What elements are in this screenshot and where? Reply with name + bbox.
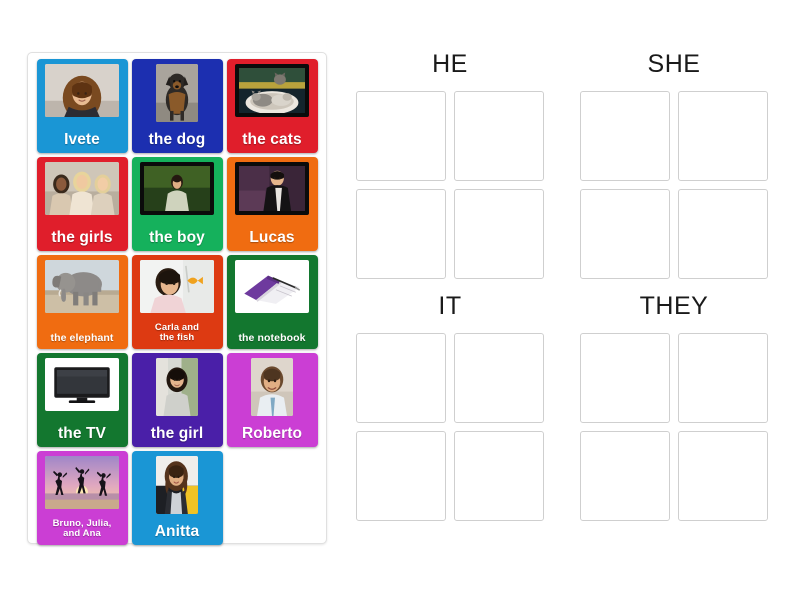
word-tile-the-cats[interactable]: the cats	[226, 59, 318, 153]
word-tile-tray: Ivete the dog the cats the girls the boy…	[27, 52, 327, 545]
drop-slot-they-1[interactable]	[580, 333, 670, 423]
drop-slot-he-1[interactable]	[356, 91, 446, 181]
category-he: HE	[352, 48, 548, 280]
girl-with-goldfish-image	[140, 260, 214, 313]
drop-slot-he-3[interactable]	[356, 189, 446, 279]
word-tile-the-girls[interactable]: the girls	[36, 157, 128, 251]
drop-slot-grid-she	[580, 91, 768, 279]
drop-slot-grid-he	[356, 91, 544, 279]
word-tile-label: the girl	[150, 425, 204, 443]
word-tile-label: the girls	[51, 229, 113, 247]
word-tile-label: Anitta	[154, 523, 200, 541]
drop-slot-it-1[interactable]	[356, 333, 446, 423]
drop-slot-she-3[interactable]	[580, 189, 670, 279]
word-tile-label: the boy	[149, 229, 205, 247]
three-people-jumping-beach-image	[45, 456, 119, 509]
drop-slot-he-4[interactable]	[454, 189, 544, 279]
drop-slot-she-2[interactable]	[678, 91, 768, 181]
boy-outdoors-image	[140, 162, 214, 215]
word-tile-label: the cats	[242, 131, 302, 149]
word-tile-the-dog[interactable]: the dog	[131, 59, 223, 153]
word-tile-label: the notebook	[238, 332, 306, 345]
drop-slot-it-4[interactable]	[454, 431, 544, 521]
word-tile-ivete[interactable]: Ivete	[36, 59, 128, 153]
word-tile-the-girl[interactable]: the girl	[131, 353, 223, 447]
two-cats-in-bed-image	[235, 64, 309, 117]
three-girls-group-image	[45, 162, 119, 215]
word-tile-label: the elephant	[50, 332, 114, 345]
word-tile-label: Carla and the fish	[154, 321, 200, 344]
drop-slot-they-4[interactable]	[678, 431, 768, 521]
category-title-it: IT	[438, 292, 462, 320]
word-tile-label: the TV	[58, 425, 106, 443]
word-tile-label: the dog	[148, 131, 206, 149]
drop-slot-they-2[interactable]	[678, 333, 768, 423]
word-tile-anitta[interactable]: Anitta	[131, 451, 223, 545]
drop-slot-she-1[interactable]	[580, 91, 670, 181]
elephant-savanna-image	[45, 260, 119, 313]
drop-slot-it-3[interactable]	[356, 431, 446, 521]
category-she: SHE	[576, 48, 772, 280]
word-tile-roberto[interactable]: Roberto	[226, 353, 318, 447]
word-tile-label: Bruno, Julia, and Ana	[52, 517, 112, 540]
woman-portrait-ivete-image	[45, 64, 119, 117]
category-they: THEY	[576, 290, 772, 522]
word-tile-label: Lucas	[249, 229, 295, 247]
word-tile-label: Roberto	[241, 425, 303, 443]
category-title-they: THEY	[639, 292, 709, 320]
drop-slot-she-4[interactable]	[678, 189, 768, 279]
category-title-he: HE	[432, 50, 468, 78]
dog-standing-image	[156, 64, 198, 122]
word-tile-carla-fish[interactable]: Carla and the fish	[131, 255, 223, 349]
woman-portrait-anitta-image	[156, 456, 198, 514]
drop-slot-he-2[interactable]	[454, 91, 544, 181]
drop-slot-they-3[interactable]	[580, 431, 670, 521]
flat-screen-tv-image	[45, 358, 119, 411]
drop-slot-grid-they	[580, 333, 768, 521]
word-tile-the-tv[interactable]: the TV	[36, 353, 128, 447]
word-tile-notebook[interactable]: the notebook	[226, 255, 318, 349]
word-tile-lucas[interactable]: Lucas	[226, 157, 318, 251]
word-tile-label: Ivete	[64, 131, 100, 149]
girl-portrait-image	[156, 358, 198, 416]
man-portrait-roberto-image	[251, 358, 293, 416]
activity-stage: Ivete the dog the cats the girls the boy…	[0, 0, 800, 600]
purple-notebook-with-pen-image	[235, 260, 309, 313]
drop-slot-it-2[interactable]	[454, 333, 544, 423]
category-title-she: SHE	[647, 50, 701, 78]
word-tile-the-boy[interactable]: the boy	[131, 157, 223, 251]
drop-slot-grid-it	[356, 333, 544, 521]
category-it: IT	[352, 290, 548, 522]
word-tile-grid: Ivete the dog the cats the girls the boy…	[34, 59, 320, 545]
man-portrait-lucas-image	[235, 162, 309, 215]
word-tile-bruno-etc[interactable]: Bruno, Julia, and Ana	[36, 451, 128, 545]
empty-tray-cell	[227, 451, 318, 545]
category-zones: HE SHE IT THEY	[352, 48, 772, 548]
word-tile-elephant[interactable]: the elephant	[36, 255, 128, 349]
